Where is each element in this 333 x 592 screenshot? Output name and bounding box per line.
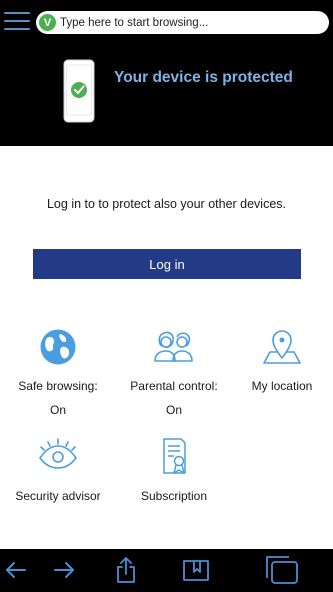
location-pin-icon bbox=[263, 330, 301, 364]
address-input[interactable] bbox=[60, 16, 320, 29]
back-arrow-icon[interactable] bbox=[4, 557, 28, 583]
feature-label: Parental control: bbox=[130, 379, 218, 393]
phone-checkmark-icon bbox=[63, 59, 95, 123]
feature-status: On bbox=[165, 403, 182, 417]
feature-safe-browsing[interactable]: Safe browsing: On bbox=[3, 327, 113, 417]
feature-label: My location bbox=[251, 379, 313, 393]
protection-status-title: Your device is protected bbox=[114, 69, 293, 86]
feature-parental-control[interactable]: Parental control: On bbox=[119, 327, 229, 417]
feature-security-advisor[interactable]: Security advisor bbox=[3, 436, 113, 503]
address-bar[interactable]: V bbox=[36, 11, 329, 34]
safe-shield-icon: V bbox=[39, 14, 56, 31]
feature-status: On bbox=[49, 403, 66, 417]
eye-icon bbox=[39, 438, 77, 469]
bookmarks-icon[interactable] bbox=[182, 557, 210, 583]
certificate-icon bbox=[163, 438, 186, 474]
feature-my-location[interactable]: My location bbox=[227, 327, 333, 393]
tabs-icon[interactable] bbox=[265, 555, 299, 585]
bottom-toolbar bbox=[0, 549, 333, 592]
share-icon[interactable] bbox=[115, 557, 137, 583]
top-status-area: V Your device is protected bbox=[0, 0, 333, 146]
feature-subscription[interactable]: Subscription bbox=[119, 436, 229, 503]
feature-label: Safe browsing: bbox=[18, 379, 98, 393]
feature-label: Subscription bbox=[140, 489, 208, 503]
parents-icon bbox=[154, 331, 193, 362]
login-message: Log in to to protect also your other dev… bbox=[46, 197, 287, 211]
hamburger-menu-icon[interactable] bbox=[4, 9, 32, 33]
feature-label: Security advisor bbox=[15, 489, 101, 503]
forward-arrow-icon[interactable] bbox=[52, 557, 76, 583]
globe-icon bbox=[40, 329, 76, 365]
login-button[interactable]: Log in bbox=[33, 249, 301, 279]
